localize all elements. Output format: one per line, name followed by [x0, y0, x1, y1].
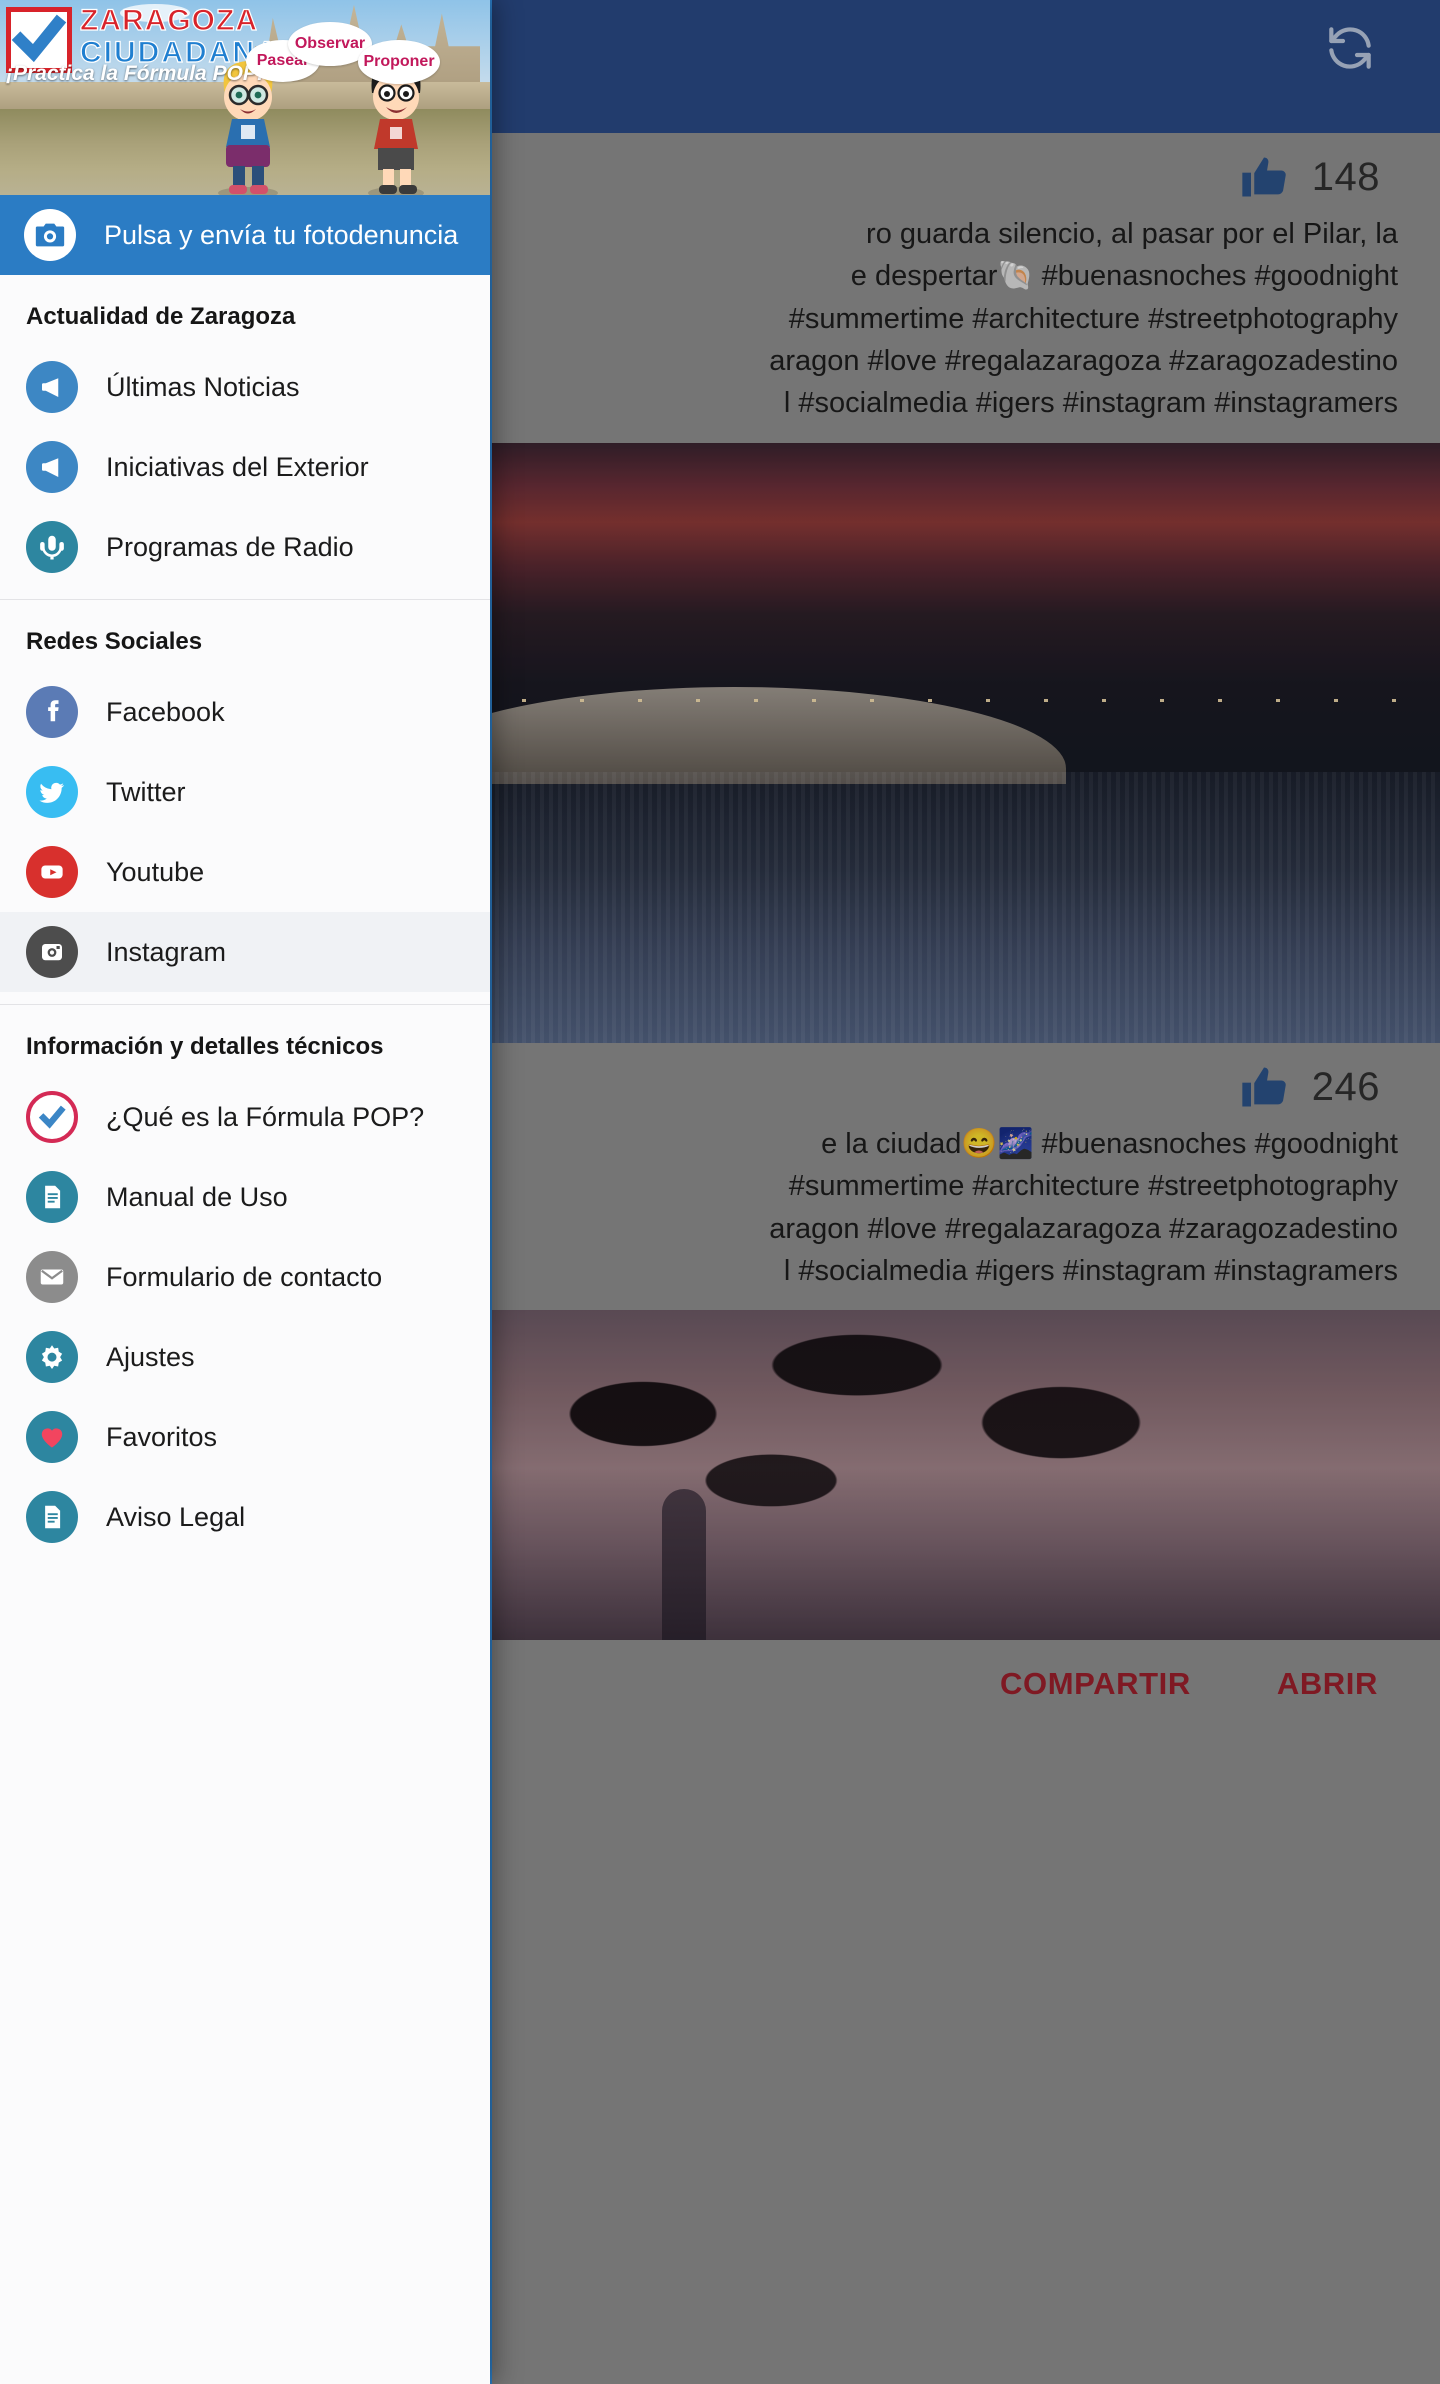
megaphone-icon	[26, 361, 78, 413]
sidebar-item-iniciativas-del-exterior[interactable]: Iniciativas del Exterior	[0, 427, 490, 507]
sidebar-item-label: Formulario de contacto	[106, 1261, 383, 1292]
drawer-section: Redes Sociales Facebook Twitter Youtube Inst…	[0, 600, 490, 1005]
sidebar-item-aviso-legal[interactable]: Aviso Legal	[0, 1477, 490, 1557]
facebook-icon	[26, 686, 78, 738]
gear-icon	[26, 1331, 78, 1383]
open-button[interactable]: ABRIR	[1277, 1666, 1378, 1702]
sidebar-item-twitter[interactable]: Twitter	[0, 752, 490, 832]
youtube-icon	[26, 846, 78, 898]
sidebar-item-favoritos[interactable]: Favoritos	[0, 1397, 490, 1477]
sidebar-item-label: Facebook	[106, 696, 225, 727]
sidebar-item-qué-es-la-fórmula-pop[interactable]: ¿Qué es la Fórmula POP?	[0, 1077, 490, 1157]
drawer-header-banner: ZARAGOZA CIUDADANA ¡Practica la Fórmula …	[0, 0, 490, 195]
banner-tagline: ¡Practica la Fórmula POP!	[6, 62, 264, 85]
sidebar-item-label: Youtube	[106, 856, 205, 887]
drawer-section: Actualidad de Zaragoza Últimas Noticias In…	[0, 275, 490, 600]
sidebar-item-label: Manual de Uso	[106, 1181, 288, 1212]
brand-line-1: ZARAGOZA	[79, 4, 258, 37]
sidebar-item-ajustes[interactable]: Ajustes	[0, 1317, 490, 1397]
sidebar-item-label: ¿Qué es la Fórmula POP?	[106, 1101, 425, 1132]
envelope-icon	[26, 1251, 78, 1303]
speech-bubble-proponer: Proponer	[358, 40, 440, 84]
sidebar-item-label: Aviso Legal	[106, 1501, 246, 1532]
sidebar-item-youtube[interactable]: Youtube	[0, 832, 490, 912]
camera-icon	[24, 209, 76, 261]
heart-icon	[26, 1411, 78, 1463]
megaphone-icon	[26, 441, 78, 493]
sidebar-item-label: Iniciativas del Exterior	[106, 451, 369, 482]
sidebar-item-manual-de-uso[interactable]: Manual de Uso	[0, 1157, 490, 1237]
fotodenuncia-label: Pulsa y envía tu fotodenuncia	[104, 219, 459, 250]
instagram-icon	[26, 926, 78, 978]
sidebar-item-formulario-de-contacto[interactable]: Formulario de contacto	[0, 1237, 490, 1317]
sidebar-item-últimas-noticias[interactable]: Últimas Noticias	[0, 347, 490, 427]
check-mark-logo-icon	[26, 1091, 78, 1143]
drawer-section-title: Actualidad de Zaragoza	[26, 303, 296, 330]
sidebar-item-programas-de-radio[interactable]: Programas de Radio	[0, 507, 490, 587]
drawer-menu: Actualidad de Zaragoza Últimas Noticias In…	[0, 275, 490, 1569]
twitter-icon	[26, 766, 78, 818]
sidebar-item-label: Últimas Noticias	[106, 371, 300, 402]
like-count: 148	[1311, 154, 1380, 199]
app-root: 148 ro guarda silencio, al pasar por el …	[0, 0, 1440, 2384]
refresh-icon[interactable]	[1322, 20, 1378, 76]
drawer-section: Información y detalles técnicos ¿Qué es l…	[0, 1005, 490, 1569]
sidebar-item-label: Programas de Radio	[106, 531, 354, 562]
sidebar-item-label: Instagram	[106, 936, 227, 967]
sidebar-item-instagram[interactable]: Instagram	[0, 912, 490, 992]
sidebar-item-facebook[interactable]: Facebook	[0, 672, 490, 752]
share-button[interactable]: COMPARTIR	[1000, 1666, 1191, 1702]
thumbs-up-icon[interactable]	[1238, 1061, 1290, 1113]
drawer-section-title: Redes Sociales	[26, 628, 203, 655]
radio-mic-icon	[26, 521, 78, 573]
sidebar-item-label: Ajustes	[106, 1341, 195, 1372]
document-icon	[26, 1491, 78, 1543]
like-count: 246	[1311, 1064, 1380, 1109]
sidebar-item-label: Favoritos	[106, 1421, 218, 1452]
document-icon	[26, 1171, 78, 1223]
thumbs-up-icon[interactable]	[1238, 151, 1290, 203]
fotodenuncia-button[interactable]: Pulsa y envía tu fotodenuncia	[0, 195, 490, 275]
drawer-section-title: Información y detalles técnicos	[26, 1033, 384, 1060]
navigation-drawer: ZARAGOZA CIUDADANA ¡Practica la Fórmula …	[0, 0, 490, 2384]
sidebar-item-label: Twitter	[106, 776, 186, 807]
